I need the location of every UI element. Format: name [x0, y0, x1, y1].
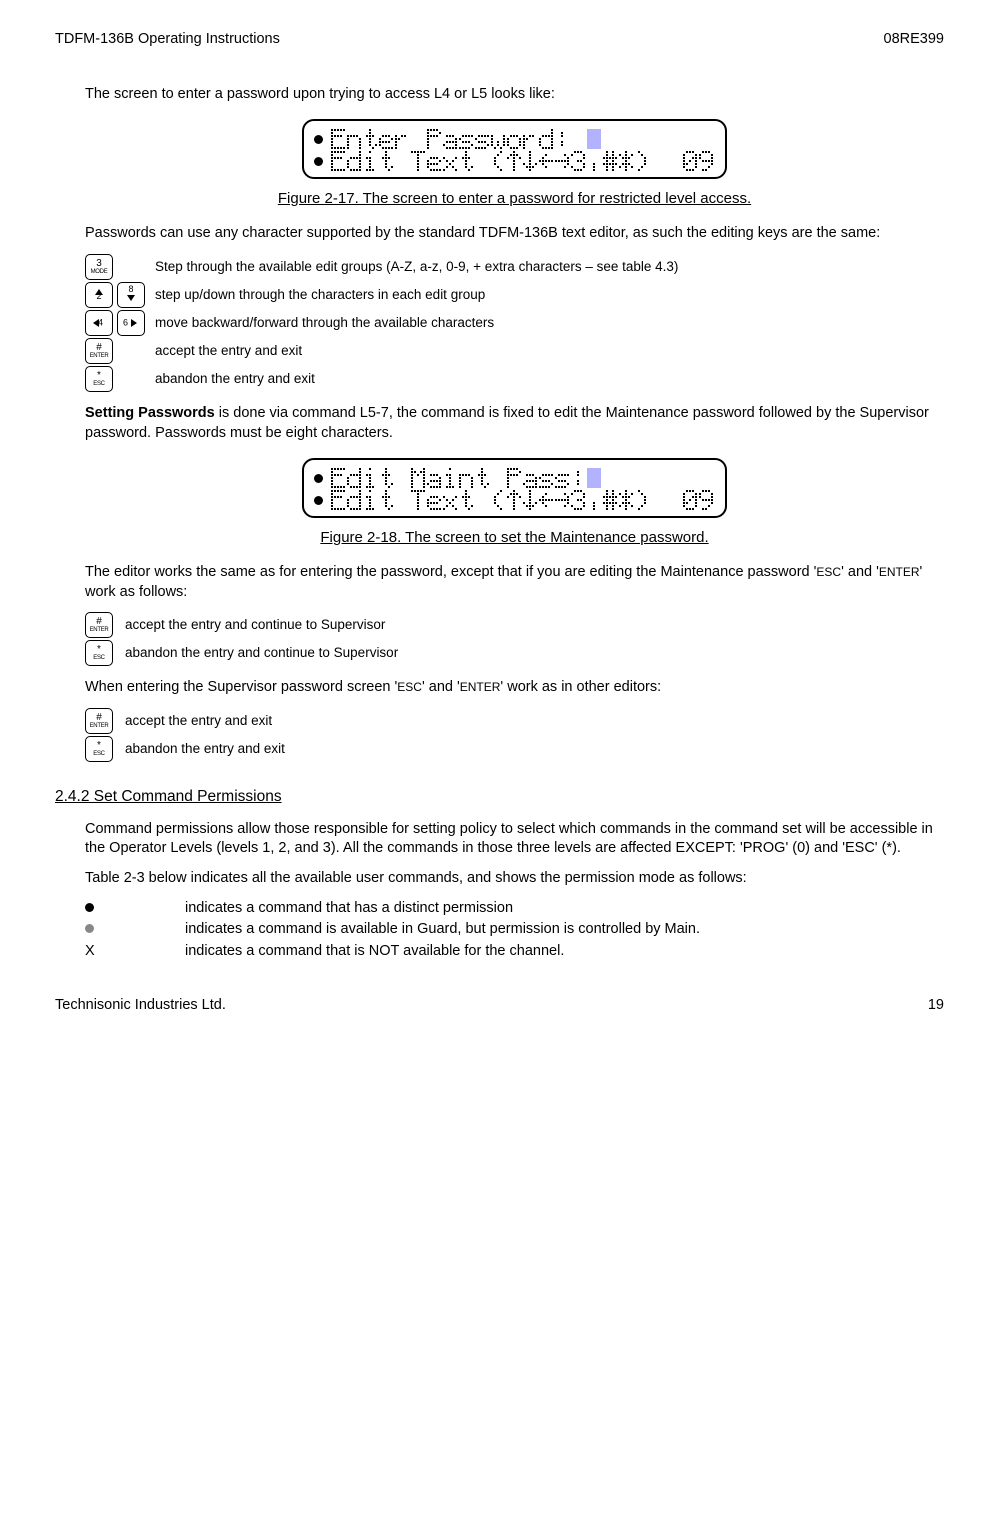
figure-caption-2: Figure 2-18. The screen to set the Maint… — [85, 528, 944, 548]
key-table-1: 3MODE Step through the available edit gro… — [85, 254, 944, 392]
key-button: 8 — [117, 282, 145, 308]
key-row: *ESC abandon the entry and exit — [85, 736, 944, 762]
key-button: #ENTER — [85, 708, 113, 734]
key-button: *ESC — [85, 736, 113, 762]
body: The screen to enter a password upon tryi… — [85, 85, 944, 962]
bullet-row: indicates a command that has a distinct … — [85, 899, 944, 919]
key-row: *ESC abandon the entry and exit — [85, 366, 944, 392]
paragraph: The editor works the same as for enterin… — [85, 563, 944, 602]
key-table-2: #ENTER accept the entry and continue to S… — [85, 612, 944, 666]
paragraph: When entering the Supervisor password sc… — [85, 678, 944, 698]
key-row: *ESC abandon the entry and continue to Su… — [85, 640, 944, 666]
paragraph: Table 2-3 below indicates all the availa… — [85, 869, 944, 889]
key-row: #ENTER accept the entry and continue to S… — [85, 612, 944, 638]
figure-caption-1: Figure 2-17. The screen to enter a passw… — [85, 189, 944, 209]
page-footer: Technisonic Industries Ltd. 19 — [55, 996, 944, 1016]
section-heading: 2.4.2 Set Command Permissions — [55, 787, 944, 808]
paragraph: Passwords can use any character supporte… — [85, 224, 944, 244]
key-description: accept the entry and exit — [155, 342, 302, 360]
key-button: #ENTER — [85, 338, 113, 364]
header-right: 08RE399 — [884, 30, 944, 50]
page-header: TDFM-136B Operating Instructions 08RE399 — [55, 30, 944, 50]
key-description: abandon the entry and exit — [155, 370, 315, 388]
key-description: abandon the entry and exit — [125, 740, 285, 758]
solid-dot-icon — [85, 903, 94, 912]
gray-dot-icon — [85, 924, 94, 933]
key-description: step up/down through the characters in e… — [155, 286, 485, 304]
paragraph: Command permissions allow those responsi… — [85, 820, 944, 859]
key-row: #ENTER accept the entry and exit — [85, 338, 944, 364]
key-description: accept the entry and exit — [125, 712, 272, 730]
footer-right: 19 — [928, 996, 944, 1016]
paragraph: The screen to enter a password upon tryi… — [85, 85, 944, 105]
key-description: accept the entry and continue to Supervi… — [125, 616, 385, 634]
key-button: 4 — [85, 310, 113, 336]
key-row: 46 move backward/forward through the avai… — [85, 310, 944, 336]
key-row: #ENTER accept the entry and exit — [85, 708, 944, 734]
lcd-screen-1 — [302, 119, 727, 179]
bullet-row: Xindicates a command that is NOT availab… — [85, 942, 944, 962]
key-button: 2 — [85, 282, 113, 308]
key-button: 3MODE — [85, 254, 113, 280]
key-button: *ESC — [85, 366, 113, 392]
key-button: *ESC — [85, 640, 113, 666]
key-button: #ENTER — [85, 612, 113, 638]
paragraph: Setting Passwords is done via command L5… — [85, 404, 944, 443]
bullet-text: indicates a command that has a distinct … — [185, 899, 513, 919]
key-description: move backward/forward through the availa… — [155, 314, 494, 332]
key-description: abandon the entry and continue to Superv… — [125, 644, 398, 662]
key-row: 28 step up/down through the characters in… — [85, 282, 944, 308]
header-left: TDFM-136B Operating Instructions — [55, 30, 280, 50]
bullet-text: indicates a command that is NOT availabl… — [185, 942, 564, 962]
key-row: 3MODE Step through the available edit gro… — [85, 254, 944, 280]
key-description: Step through the available edit groups (… — [155, 258, 678, 276]
key-button: 6 — [117, 310, 145, 336]
key-table-3: #ENTER accept the entry and exit *ESC aband… — [85, 708, 944, 762]
bullet-row: indicates a command is available in Guar… — [85, 920, 944, 940]
bullet-list: indicates a command that has a distinct … — [85, 899, 944, 962]
footer-left: Technisonic Industries Ltd. — [55, 996, 226, 1016]
lcd-screen-2 — [302, 458, 727, 518]
bullet-text: indicates a command is available in Guar… — [185, 920, 700, 940]
